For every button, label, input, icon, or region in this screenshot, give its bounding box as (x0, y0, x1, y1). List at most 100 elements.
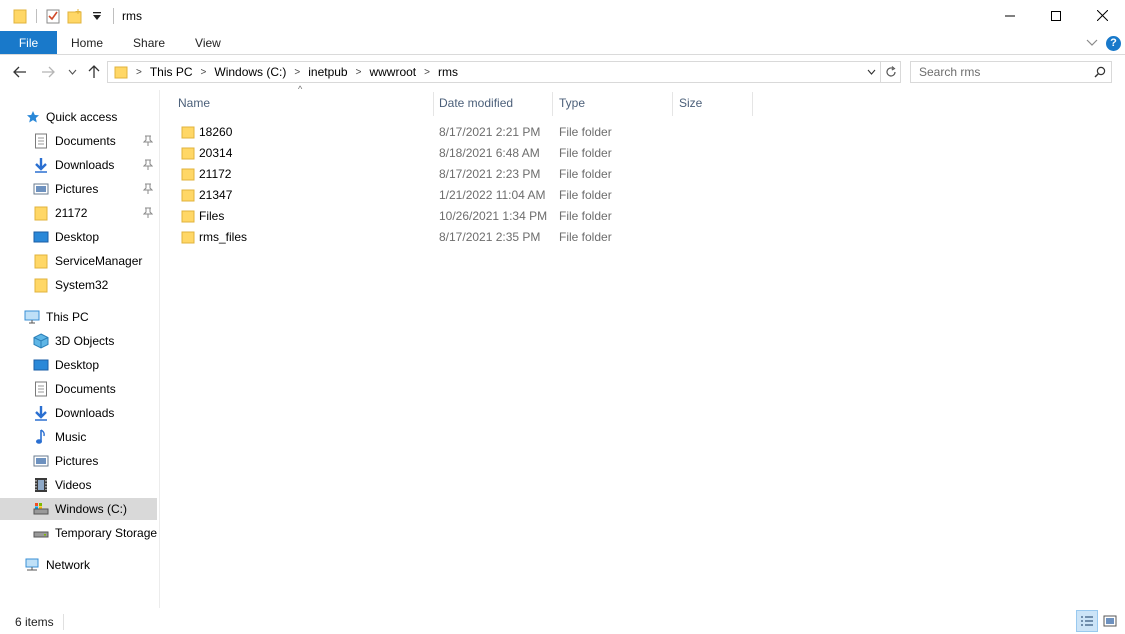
nav-quick-access[interactable]: Quick access (26, 106, 156, 128)
recent-locations-icon[interactable] (64, 60, 80, 84)
file-name[interactable]: 20314 (199, 142, 232, 163)
nav-item-pictures[interactable]: Pictures (33, 178, 157, 200)
tab-home[interactable]: Home (57, 31, 119, 54)
nav-item-label: Music (55, 430, 87, 444)
pin-icon[interactable] (142, 159, 154, 171)
up-arrow-icon[interactable] (84, 60, 104, 84)
nav-item-label: System32 (55, 278, 109, 292)
nav-item-downloads[interactable]: Downloads (33, 154, 157, 176)
nav-item-label: Videos (55, 478, 92, 492)
status-bar: 6 items (0, 608, 1125, 634)
chevron-right-icon[interactable]: > (136, 67, 142, 78)
drive-icon (33, 501, 49, 517)
nav-item-label: 3D Objects (55, 334, 115, 348)
nav-item-pictures-pc[interactable]: Pictures (33, 450, 157, 472)
file-name[interactable]: 21347 (199, 184, 232, 205)
nav-item-desktop[interactable]: Desktop (33, 226, 157, 248)
nav-this-pc[interactable]: This PC (24, 306, 156, 328)
chevron-right-icon[interactable]: > (294, 67, 300, 78)
file-name[interactable]: Files (199, 205, 224, 226)
folder-icon (181, 205, 195, 226)
large-icons-view-icon[interactable] (1099, 610, 1121, 632)
chevron-right-icon[interactable]: > (201, 67, 207, 78)
minimize-icon[interactable] (987, 0, 1033, 31)
file-date-modified: 1/21/2022 11:04 AM (439, 187, 546, 202)
table-row[interactable]: Files 10/26/2021 1:34 PM File folder (175, 205, 755, 226)
nav-item-system32[interactable]: System32 (33, 274, 157, 296)
desktop-icon (33, 229, 49, 245)
breadcrumb-windows-c[interactable]: Windows (C:) (214, 65, 286, 79)
column-header-size[interactable]: Size (679, 90, 702, 116)
help-icon[interactable]: ? (1106, 35, 1121, 51)
column-divider[interactable] (552, 92, 553, 116)
pictures-icon (33, 453, 49, 469)
table-row[interactable]: 18260 8/17/2021 2:21 PM File folder (175, 121, 755, 142)
window-controls (987, 0, 1125, 31)
nav-item-videos[interactable]: Videos (33, 474, 157, 496)
breadcrumb-inetpub[interactable]: inetpub (308, 65, 347, 79)
address-bar[interactable]: > This PC > Windows (C:) > inetpub > www… (107, 61, 881, 83)
column-header-name[interactable]: Name (178, 90, 210, 116)
new-folder-icon[interactable] (65, 6, 85, 26)
desktop-icon (33, 357, 49, 373)
column-header-date-modified[interactable]: Date modified (439, 90, 513, 116)
forward-arrow-icon[interactable] (38, 60, 58, 84)
pin-icon[interactable] (142, 135, 154, 147)
title-divider (113, 7, 114, 24)
address-dropdown-icon[interactable] (862, 62, 880, 82)
table-row[interactable]: 21347 1/21/2022 11:04 AM File folder (175, 184, 755, 205)
nav-item-downloads-pc[interactable]: Downloads (33, 402, 157, 424)
chevron-right-icon[interactable]: > (424, 67, 430, 78)
nav-item-21172[interactable]: 21172 (33, 202, 157, 224)
folder-icon (181, 226, 195, 247)
chevron-right-icon[interactable]: > (356, 67, 362, 78)
breadcrumb-wwwroot[interactable]: wwwroot (369, 65, 416, 79)
breadcrumb-rms[interactable]: rms (438, 65, 458, 79)
column-divider[interactable] (672, 92, 673, 116)
file-name[interactable]: 21172 (199, 163, 231, 184)
table-row[interactable]: 21172 8/17/2021 2:23 PM File folder (175, 163, 755, 184)
downloads-icon (33, 405, 49, 421)
nav-item-label: Downloads (55, 406, 115, 420)
file-name[interactable]: 18260 (199, 121, 232, 142)
tab-share[interactable]: Share (119, 31, 181, 54)
nav-item-desktop-pc[interactable]: Desktop (33, 354, 157, 376)
properties-icon[interactable] (43, 6, 63, 26)
column-divider[interactable] (752, 92, 753, 116)
nav-item-3d-objects[interactable]: 3D Objects (33, 330, 157, 352)
navigation-pane: Quick access Documents Downloads Picture… (0, 90, 160, 608)
documents-icon (33, 381, 49, 397)
star-icon (26, 109, 40, 125)
nav-item-windows-c[interactable]: Windows (C:) (0, 498, 157, 520)
table-row[interactable]: 20314 8/18/2021 6:48 AM File folder (175, 142, 755, 163)
nav-item-music[interactable]: Music (33, 426, 157, 448)
maximize-icon[interactable] (1033, 0, 1079, 31)
nav-item-label: Desktop (55, 230, 100, 244)
tab-file[interactable]: File (0, 31, 57, 54)
back-arrow-icon[interactable] (10, 60, 30, 84)
nav-item-temporary-storage[interactable]: Temporary Storage (33, 522, 157, 544)
window-title: rms (122, 8, 142, 23)
customize-dropdown-icon[interactable] (87, 6, 107, 26)
file-name[interactable]: rms_files (199, 226, 247, 247)
folder-icon (181, 184, 195, 205)
column-header-type[interactable]: Type (559, 90, 585, 116)
folder-icon (33, 205, 49, 221)
details-view-icon[interactable] (1076, 610, 1098, 632)
table-row[interactable]: rms_files 8/17/2021 2:35 PM File folder (175, 226, 755, 247)
nav-network[interactable]: Network (24, 554, 156, 576)
nav-item-servicemanager[interactable]: ServiceManager (33, 250, 157, 272)
breadcrumb-this-pc[interactable]: This PC (150, 65, 193, 79)
pin-icon[interactable] (142, 207, 154, 219)
column-divider[interactable] (433, 92, 434, 116)
search-input[interactable]: Search rms (910, 61, 1112, 83)
nav-item-documents[interactable]: Documents (33, 130, 157, 152)
close-icon[interactable] (1079, 0, 1125, 31)
file-type: File folder (559, 124, 612, 139)
expand-ribbon-icon[interactable] (1086, 36, 1098, 50)
tab-view[interactable]: View (181, 31, 237, 54)
refresh-icon[interactable] (881, 61, 901, 83)
search-icon[interactable] (1089, 66, 1111, 78)
pin-icon[interactable] (142, 183, 154, 195)
nav-item-documents-pc[interactable]: Documents (33, 378, 157, 400)
